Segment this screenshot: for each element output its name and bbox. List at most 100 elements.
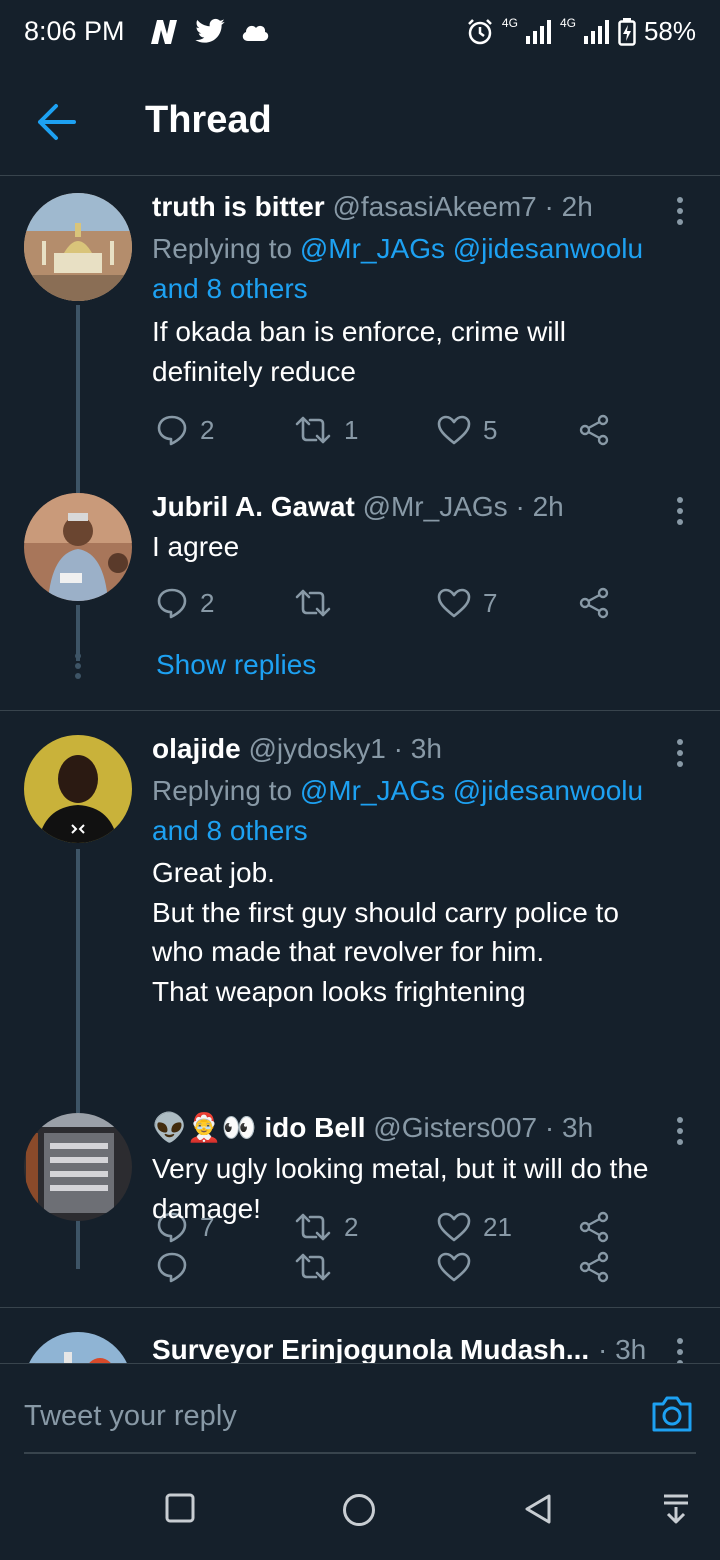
tweet-actions bbox=[152, 1247, 622, 1287]
share-icon bbox=[579, 1251, 609, 1283]
heart-icon bbox=[437, 1252, 471, 1282]
display-name[interactable]: Surveyor Erinjogunola Mudash... bbox=[152, 1334, 589, 1363]
home-icon[interactable] bbox=[342, 1493, 376, 1527]
retweet-button[interactable] bbox=[294, 1247, 344, 1287]
status-right: 4G 4G 58% bbox=[466, 16, 696, 47]
reply-button[interactable]: 2 bbox=[156, 410, 214, 450]
nairaland-icon bbox=[151, 20, 177, 44]
network-4g-label-1: 4G bbox=[501, 16, 518, 30]
app-bar: Thread bbox=[0, 66, 720, 176]
avatar[interactable] bbox=[24, 493, 132, 601]
tweet-time: 2h bbox=[532, 491, 564, 522]
thread-feed[interactable]: truth is bitter @fasasiAkeem7 · 2h Reply… bbox=[0, 177, 720, 1363]
share-button[interactable] bbox=[578, 1247, 610, 1287]
replying-others[interactable]: and 8 others bbox=[152, 273, 308, 304]
twitter-icon bbox=[195, 18, 225, 43]
avatar[interactable] bbox=[24, 193, 132, 301]
user-handle[interactable]: @Mr_JAGs bbox=[363, 491, 508, 522]
tweet-text-line: damage! bbox=[152, 1192, 261, 1224]
separator-dot: · bbox=[515, 491, 525, 522]
share-button[interactable] bbox=[578, 583, 610, 623]
retweet-button[interactable] bbox=[294, 583, 344, 623]
reply-icon bbox=[157, 415, 187, 446]
replying-to: Replying to @Mr_JAGs @jidesanwoolu and 8… bbox=[152, 229, 692, 309]
like-button[interactable] bbox=[437, 1247, 483, 1287]
reply-count: 2 bbox=[200, 587, 215, 618]
display-name[interactable]: Jubril A. Gawat bbox=[152, 491, 355, 522]
tweet-text-line: If okada ban is enforce, crime will bbox=[152, 316, 566, 347]
reply-icon bbox=[157, 588, 187, 619]
retweet-count: 1 bbox=[344, 414, 359, 445]
recent-apps-icon[interactable] bbox=[165, 1493, 195, 1523]
tweet-time: 2h bbox=[561, 191, 593, 222]
display-name[interactable]: ido Bell bbox=[264, 1112, 365, 1143]
tweet-actions: 2 1 5 bbox=[152, 410, 622, 450]
user-handle[interactable]: @jydosky1 bbox=[248, 733, 385, 764]
retweet-button[interactable]: 1 bbox=[294, 410, 358, 450]
collapsed-thread-dots bbox=[74, 653, 82, 683]
tweet-time: 3h bbox=[562, 1112, 594, 1143]
camera-icon[interactable] bbox=[650, 1394, 694, 1434]
tweet-text-line: Very ugly looking metal, but it will do … bbox=[152, 1153, 649, 1184]
page-title: Thread bbox=[145, 99, 272, 141]
user-handle[interactable]: @fasasiAkeem7 bbox=[332, 191, 536, 222]
separator-dot: · bbox=[544, 191, 554, 222]
tweet-header: truth is bitter @fasasiAkeem7 · 2h bbox=[152, 191, 593, 223]
more-options-icon[interactable] bbox=[674, 497, 686, 531]
share-icon bbox=[579, 587, 609, 619]
alarm-icon bbox=[468, 18, 492, 44]
tweet-text: Very ugly looking metal, but it will do … bbox=[152, 1149, 702, 1228]
display-name[interactable]: olajide bbox=[152, 733, 241, 764]
more-options-icon[interactable] bbox=[674, 1338, 686, 1363]
heart-icon bbox=[437, 415, 471, 445]
replying-prefix: Replying to bbox=[152, 775, 293, 806]
replying-others[interactable]: and 8 others bbox=[152, 815, 308, 846]
thread-line bbox=[76, 483, 80, 493]
tweet-text-line: But the first guy should carry police to bbox=[152, 896, 619, 928]
reply-button[interactable] bbox=[156, 1247, 200, 1287]
more-options-icon[interactable] bbox=[674, 197, 686, 231]
share-button[interactable] bbox=[578, 410, 610, 450]
like-count: 5 bbox=[483, 414, 498, 445]
display-name-emoji: 👽🤶👀 bbox=[152, 1112, 257, 1143]
heart-icon bbox=[437, 588, 471, 618]
show-replies-link[interactable]: Show replies bbox=[156, 649, 316, 681]
system-navigation-bar bbox=[0, 1463, 720, 1560]
replying-to: Replying to @Mr_JAGs @jidesanwoolu and 8… bbox=[152, 771, 692, 851]
reply-input[interactable]: Tweet your reply bbox=[24, 1400, 237, 1433]
tweet-text: If okada ban is enforce, crime will defi… bbox=[152, 312, 702, 391]
tweet-text-line: I agree bbox=[152, 531, 240, 562]
reply-count: 2 bbox=[200, 414, 215, 445]
display-name[interactable]: truth is bitter bbox=[152, 191, 325, 222]
battery-charging-icon bbox=[618, 17, 636, 46]
avatar[interactable] bbox=[24, 735, 132, 843]
cloud-icon bbox=[242, 25, 269, 41]
more-options-icon[interactable] bbox=[674, 1117, 686, 1151]
replying-mentions[interactable]: @Mr_JAGs @jidesanwoolu bbox=[300, 233, 643, 264]
back-icon[interactable] bbox=[523, 1493, 553, 1525]
user-handle[interactable]: @Gisters007 bbox=[373, 1112, 537, 1143]
retweet-icon bbox=[295, 589, 331, 617]
divider bbox=[0, 710, 720, 711]
more-options-icon[interactable] bbox=[674, 739, 686, 773]
like-button[interactable]: 7 bbox=[437, 583, 497, 623]
avatar[interactable] bbox=[24, 1113, 132, 1221]
replying-prefix: Replying to bbox=[152, 233, 293, 264]
replying-mentions[interactable]: @Mr_JAGs @jidesanwoolu bbox=[300, 775, 643, 806]
status-time: 8:06 PM bbox=[24, 16, 125, 46]
tweet-header: 👽🤶👀 ido Bell @Gisters007 · 3h bbox=[152, 1111, 593, 1144]
retweet-icon bbox=[295, 416, 331, 444]
like-button[interactable]: 5 bbox=[437, 410, 497, 450]
reply-button[interactable]: 2 bbox=[156, 583, 214, 623]
like-count: 7 bbox=[483, 587, 498, 618]
notification-pulldown-icon[interactable] bbox=[662, 1493, 690, 1525]
avatar[interactable] bbox=[24, 1332, 132, 1363]
reply-input-underline bbox=[24, 1452, 696, 1454]
tweet-text-line: That weapon looks frightening bbox=[152, 975, 526, 1007]
tweet-text-line: definitely reduce bbox=[152, 355, 356, 387]
divider bbox=[0, 1307, 720, 1308]
back-arrow-icon[interactable] bbox=[34, 102, 78, 142]
thread-line bbox=[76, 305, 80, 483]
reply-icon bbox=[157, 1252, 187, 1283]
tweet-header: olajide @jydosky1 · 3h bbox=[152, 733, 442, 765]
